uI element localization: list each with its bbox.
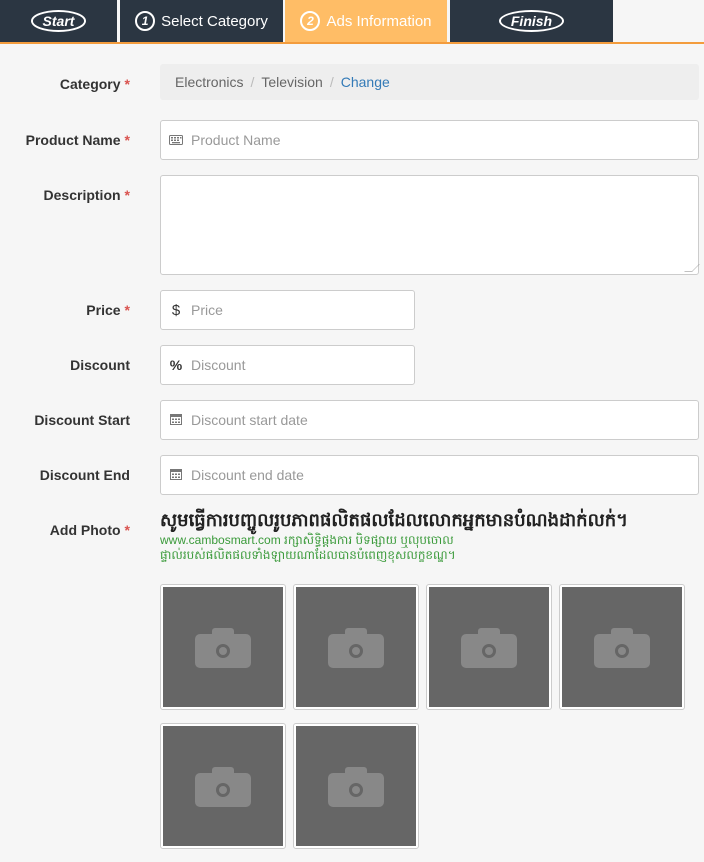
photo-upload-slot[interactable] [293,584,419,710]
discount-input[interactable]: % Discount [160,345,415,385]
calendar-icon [161,468,191,483]
keyboard-icon [161,133,191,148]
dollar-icon: $ [171,301,181,319]
change-category-link[interactable]: Change [341,74,390,90]
product-name-placeholder: Product Name [191,132,281,148]
step-finish-label: Finish [498,10,565,32]
discount-placeholder: Discount [191,357,246,373]
camera-icon [461,626,517,668]
discount-end-label: Discount End [39,467,130,483]
price-input[interactable]: $ Price [160,290,415,330]
price-label: Price * [86,302,130,318]
description-label: Description * [43,187,130,203]
photo-instructions-note: www.cambosmart.com រក្សាសិទ្ធិផ្តងការ បិ… [160,533,456,563]
step-ads-information-label: Ads Information [326,12,432,30]
add-photo-label: Add Photo * [49,522,130,538]
description-textarea[interactable] [160,175,700,275]
step-select-category[interactable]: 1 Select Category [120,0,283,42]
step-underline [0,42,704,44]
photo-upload-slot[interactable] [559,584,685,710]
step-finish[interactable]: Finish [450,0,613,42]
percent-icon: % [169,357,183,373]
breadcrumb-item: Television [261,74,323,90]
step-select-category-label: Select Category [161,12,268,30]
price-placeholder: Price [191,302,223,318]
step-number-badge: 2 [300,11,321,31]
photo-upload-slot[interactable] [160,723,286,849]
discount-start-input[interactable]: Discount start date [160,400,699,440]
category-breadcrumb: Electronics / Television / Change [160,64,699,100]
photo-upload-slot[interactable] [426,584,552,710]
product-name-label: Product Name * [25,132,130,148]
step-number-badge: 1 [135,11,156,31]
discount-start-label: Discount Start [34,412,130,428]
camera-icon [328,626,384,668]
wizard-steps: Start 1 Select Category 2 Ads Informatio… [0,0,704,44]
discount-label: Discount [70,357,130,373]
step-start[interactable]: Start [0,0,117,42]
camera-icon [195,626,251,668]
product-name-input[interactable]: Product Name [160,120,699,160]
photo-note-line: ផ្ទាល់របស់ផលិតផលទាំងឡាយណាដែលបានបំពេញខុសល… [160,548,456,562]
breadcrumb-item: Electronics [175,74,244,90]
discount-end-placeholder: Discount end date [191,467,304,483]
camera-icon [328,765,384,807]
category-label: Category * [59,76,130,92]
photo-note-line: www.cambosmart.com រក្សាសិទ្ធិផ្តងការ បិ… [160,533,454,547]
calendar-icon [161,413,191,428]
camera-icon [594,626,650,668]
photo-upload-slot[interactable] [160,584,286,710]
photo-instructions-title: សូមធ្វើការបញ្ចូលរូបភាពផលិតផលដែលលោកអ្នកមា… [160,510,629,530]
resize-grip-icon[interactable] [684,264,700,272]
discount-start-placeholder: Discount start date [191,412,308,428]
step-start-label: Start [30,10,87,32]
discount-end-input[interactable]: Discount end date [160,455,699,495]
photo-upload-slot[interactable] [293,723,419,849]
camera-icon [195,765,251,807]
step-ads-information[interactable]: 2 Ads Information [285,0,447,42]
